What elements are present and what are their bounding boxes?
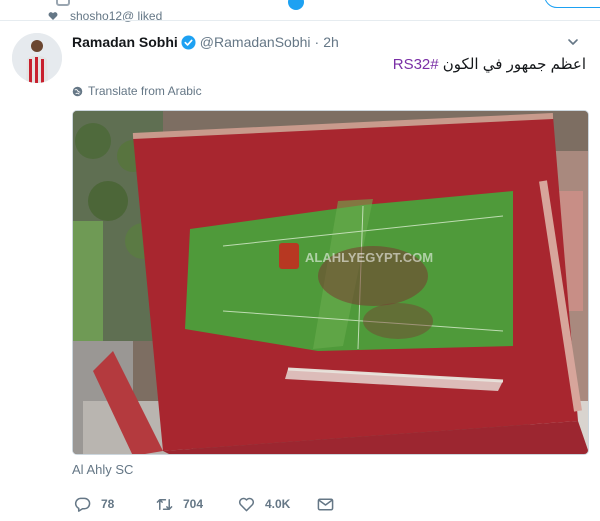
translate-label: Translate from Arabic bbox=[88, 84, 202, 98]
like-button[interactable]: 4.0K bbox=[238, 494, 290, 514]
like-count: 4.0K bbox=[265, 497, 291, 511]
globe-icon bbox=[72, 86, 83, 96]
verified-badge-icon bbox=[181, 34, 196, 50]
reply-count: 78 bbox=[101, 497, 115, 511]
tweet-text: اعظم جمهور في الكون #RS32 bbox=[393, 55, 586, 73]
avatar[interactable] bbox=[12, 33, 62, 83]
avatar-image bbox=[12, 33, 62, 83]
direct-message-button[interactable] bbox=[317, 494, 344, 514]
tweet-header: Ramadan Sobhi @RamadanSobhi · 2h bbox=[72, 33, 339, 51]
tweet-button[interactable] bbox=[544, 0, 600, 8]
chevron-down-icon[interactable] bbox=[567, 36, 579, 48]
retweet-icon bbox=[156, 498, 173, 510]
notification-dot-icon[interactable] bbox=[288, 0, 304, 10]
media-watermark: ALAHLYEGYPT.COM bbox=[305, 250, 433, 265]
envelope-icon bbox=[317, 498, 334, 510]
tweet-timestamp[interactable]: 2h bbox=[323, 34, 339, 50]
reply-button[interactable]: 78 bbox=[74, 494, 114, 514]
author-handle[interactable]: @RamadanSobhi bbox=[200, 34, 311, 50]
home-icon[interactable] bbox=[56, 0, 70, 6]
reply-icon bbox=[74, 497, 91, 512]
stadium-photo: ALAHLYEGYPT.COM bbox=[73, 111, 588, 454]
retweet-count: 704 bbox=[183, 497, 204, 511]
tweet-actions: 78 704 4.0K bbox=[72, 494, 372, 514]
translate-link[interactable]: Translate from Arabic bbox=[72, 83, 202, 99]
divider bbox=[0, 20, 600, 21]
club-logo-icon bbox=[279, 243, 299, 269]
retweet-button[interactable]: 704 bbox=[156, 494, 203, 514]
hashtag-link[interactable]: #RS32 bbox=[393, 56, 439, 73]
heart-outline-icon bbox=[238, 497, 255, 511]
media-caption[interactable]: Al Ahly SC bbox=[72, 462, 133, 477]
author-name[interactable]: Ramadan Sobhi bbox=[72, 34, 178, 50]
tweet-text-main: اعظم جمهور في الكون bbox=[442, 56, 586, 73]
separator-dot: · bbox=[314, 34, 320, 50]
tweet-media-photo[interactable]: ALAHLYEGYPT.COM bbox=[72, 110, 589, 455]
